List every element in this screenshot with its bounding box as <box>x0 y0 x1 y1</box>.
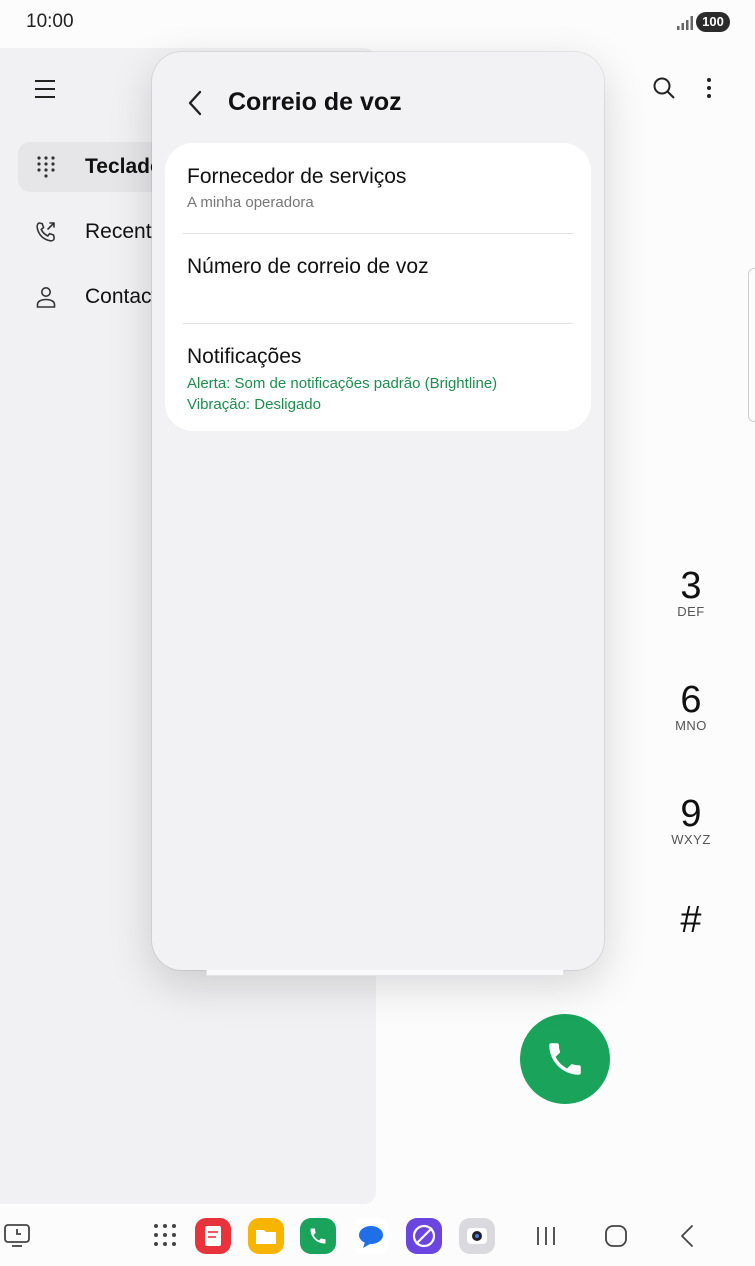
item-title: Fornecedor de serviços <box>187 165 407 188</box>
contacts-icon <box>36 287 56 308</box>
dialog-title: Correio de voz <box>228 88 402 116</box>
dial-key-6[interactable]: 6 MNO <box>651 680 731 733</box>
item-title: Notificações <box>187 345 302 368</box>
side-panel-handle[interactable] <box>748 268 755 422</box>
divider <box>183 233 573 234</box>
dial-key-digit: 9 <box>680 793 702 835</box>
recent-apps-icon[interactable] <box>2 1220 32 1250</box>
status-time: 10:00 <box>26 11 74 32</box>
recents-button-icon[interactable] <box>534 1224 558 1248</box>
phone-app-icon[interactable] <box>300 1218 336 1254</box>
voicemail-number-item[interactable]: Número de correio de voz <box>187 255 571 279</box>
signal-icon <box>677 16 693 30</box>
home-button-icon[interactable] <box>604 1224 628 1248</box>
internet-app-icon[interactable] <box>406 1218 442 1254</box>
notifications-item[interactable]: Notificações Alerta: Som de notificações… <box>187 345 571 415</box>
vibration-summary: Vibração: Desligado <box>187 396 321 413</box>
camera-app-icon[interactable] <box>459 1218 495 1254</box>
files-app-icon[interactable] <box>248 1218 284 1254</box>
taskbar <box>0 1210 755 1266</box>
notes-app-icon[interactable] <box>195 1218 231 1254</box>
dial-key-digit: 6 <box>680 679 702 721</box>
dialpad-icon <box>37 156 55 178</box>
search-icon[interactable] <box>652 76 676 100</box>
call-button[interactable] <box>520 1014 610 1104</box>
alert-summary: Alerta: Som de notificações padrão (Brig… <box>187 375 498 392</box>
status-bar: 10:00 100 <box>0 0 755 46</box>
settings-card: Fornecedor de serviços A minha operadora… <box>165 143 591 431</box>
dial-key-letters: MNO <box>675 718 707 733</box>
dial-key-hash[interactable]: # <box>651 899 731 941</box>
phone-icon <box>549 1043 581 1075</box>
back-arrow-icon[interactable] <box>182 88 210 118</box>
dial-key-digit: # <box>680 899 702 941</box>
dial-key-letters: DEF <box>677 604 705 619</box>
more-options-icon[interactable] <box>700 76 718 100</box>
dial-key-9[interactable]: 9 WXYZ <box>651 794 731 847</box>
service-provider-item[interactable]: Fornecedor de serviços A minha operadora <box>187 165 571 211</box>
recent-calls-icon <box>36 222 55 242</box>
menu-icon[interactable] <box>34 78 56 100</box>
dial-key-3[interactable]: 3 DEF <box>651 566 731 619</box>
app-drawer-icon[interactable] <box>152 1222 178 1248</box>
item-subtitle: A minha operadora <box>187 194 314 211</box>
divider <box>183 323 573 324</box>
back-button-icon[interactable] <box>676 1224 700 1248</box>
battery-indicator: 100 <box>696 12 730 32</box>
dial-key-letters: WXYZ <box>671 832 711 847</box>
dial-key-digit: 3 <box>680 565 702 607</box>
voicemail-dialog: Correio de voz Fornecedor de serviços A … <box>152 52 604 970</box>
dialog-bottom-edge <box>206 970 564 976</box>
item-title: Número de correio de voz <box>187 255 429 278</box>
messages-app-icon[interactable] <box>353 1218 389 1254</box>
